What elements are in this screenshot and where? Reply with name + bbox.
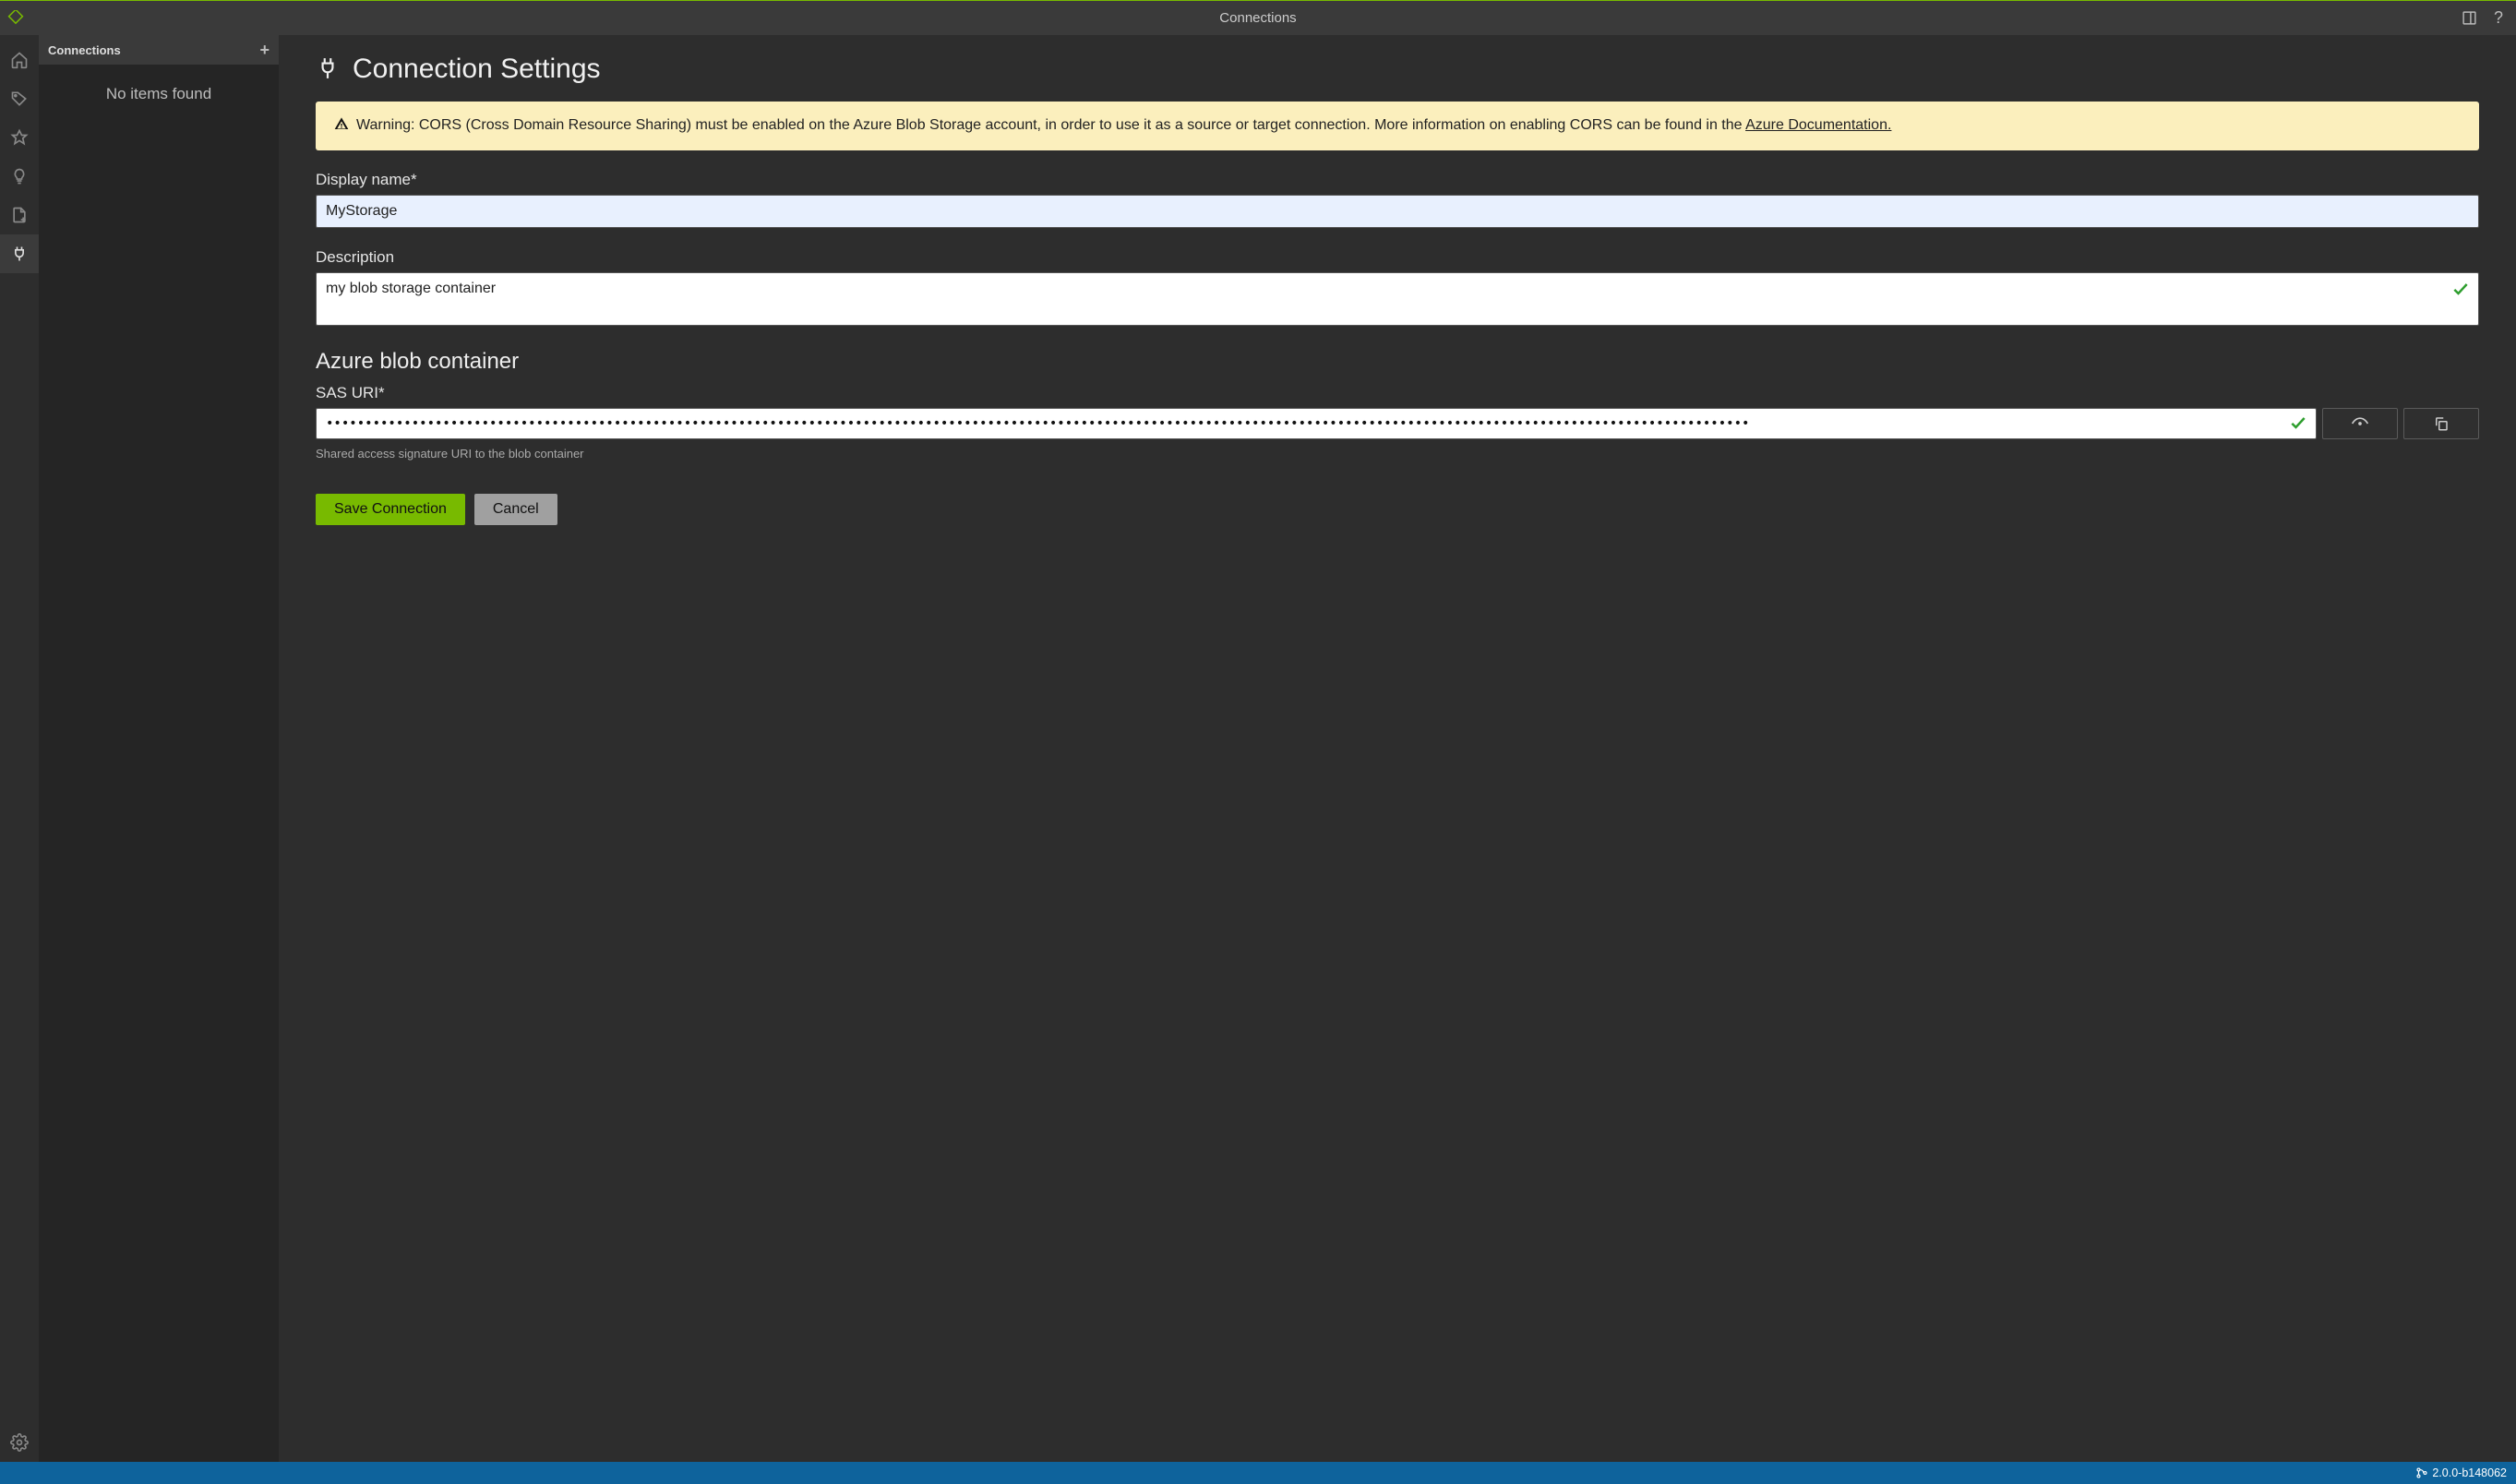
help-icon[interactable]: ? [2494, 8, 2503, 28]
sas-uri-label: SAS URI* [316, 384, 2479, 402]
connections-empty-state: No items found [39, 65, 279, 1462]
provider-heading: Azure blob container [316, 349, 2479, 375]
sas-uri-hint: Shared access signature URI to the blob … [316, 447, 2479, 461]
lightbulb-icon[interactable] [0, 157, 39, 196]
titlebar: Connections ? [0, 0, 2516, 35]
cancel-button[interactable]: Cancel [474, 494, 557, 525]
sas-uri-input[interactable] [316, 408, 2317, 439]
panel-layout-icon[interactable] [2462, 10, 2477, 26]
status-bar: 2.0.0-b148062 [0, 1462, 2516, 1484]
content-area: Connection Settings Warning: CORS (Cross… [279, 35, 2516, 1462]
description-label: Description [316, 248, 2479, 267]
settings-gear-icon[interactable] [0, 1423, 39, 1462]
azure-docs-link[interactable]: Azure Documentation. [1745, 117, 1891, 133]
cors-warning-banner: Warning: CORS (Cross Domain Resource Sha… [316, 102, 2479, 150]
star-graph-icon[interactable] [0, 118, 39, 157]
version-text: 2.0.0-b148062 [2432, 1466, 2507, 1479]
version-indicator[interactable]: 2.0.0-b148062 [2415, 1466, 2507, 1479]
side-panel-header: Connections + [39, 35, 279, 65]
side-panel: Connections + No items found [39, 35, 279, 1462]
copy-button[interactable] [2403, 408, 2479, 439]
plug-icon [316, 56, 340, 83]
warning-text: Warning: CORS (Cross Domain Resource Sha… [356, 114, 1891, 138]
warning-triangle-icon [334, 116, 349, 138]
app-logo-icon [7, 10, 24, 27]
window-title: Connections [0, 10, 2516, 26]
new-file-icon[interactable] [0, 196, 39, 234]
save-connection-button[interactable]: Save Connection [316, 494, 465, 525]
plug-icon[interactable] [0, 234, 39, 273]
side-panel-title: Connections [48, 43, 121, 57]
display-name-label: Display name* [316, 171, 2479, 189]
page-title: Connection Settings [353, 54, 601, 85]
reveal-password-button[interactable] [2322, 408, 2398, 439]
activity-bar [0, 35, 39, 1462]
description-input[interactable] [316, 272, 2479, 326]
add-connection-button[interactable]: + [259, 42, 270, 58]
tag-icon[interactable] [0, 79, 39, 118]
home-icon[interactable] [0, 41, 39, 79]
display-name-input[interactable] [316, 195, 2479, 228]
